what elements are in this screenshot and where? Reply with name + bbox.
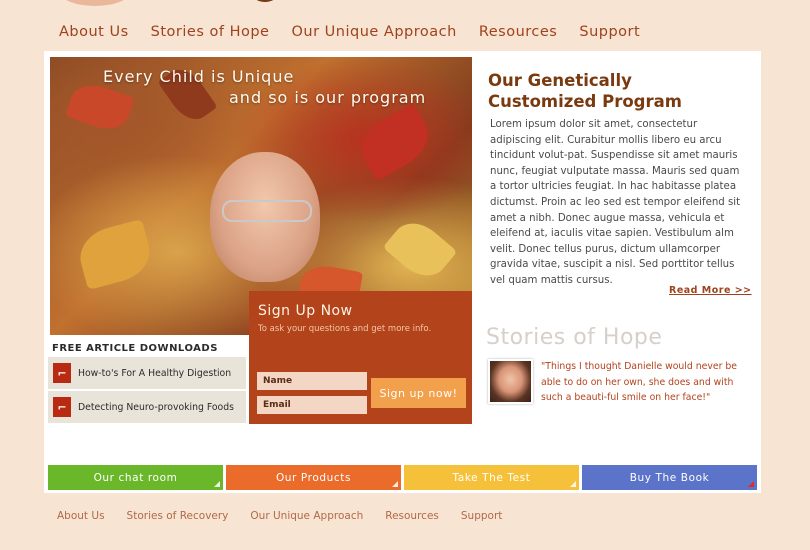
footer-stories-of-recovery[interactable]: Stories of Recovery bbox=[127, 510, 229, 522]
read-more-link[interactable]: Read More >> bbox=[669, 285, 752, 296]
footer-nav: About Us Stories of Recovery Our Unique … bbox=[57, 510, 502, 522]
nav-resources[interactable]: Resources bbox=[479, 24, 558, 46]
stories-title: Stories of Hope bbox=[486, 325, 663, 350]
glasses-detail bbox=[222, 200, 312, 222]
program-description: Lorem ipsum dolor sit amet, consectetur … bbox=[490, 119, 741, 286]
pdf-icon: ⌐ bbox=[53, 363, 71, 383]
footer-resources[interactable]: Resources bbox=[385, 510, 439, 522]
download-item[interactable]: ⌐ Detecting Neuro-provoking Foods bbox=[48, 391, 246, 423]
products-button[interactable]: Our Products bbox=[226, 465, 401, 490]
signup-box: Sign Up Now To ask your questions and ge… bbox=[249, 291, 472, 424]
program-title-line2: Customized Program bbox=[488, 92, 682, 111]
email-field[interactable] bbox=[257, 396, 367, 414]
name-field[interactable] bbox=[257, 372, 367, 390]
tile-label: Take The Test bbox=[452, 471, 531, 484]
program-title-line1: Our Genetically bbox=[488, 71, 632, 90]
leaf-decoration bbox=[64, 77, 136, 137]
leaf-decoration bbox=[382, 212, 458, 287]
signup-button[interactable]: Sign up now! bbox=[371, 378, 466, 408]
download-item[interactable]: ⌐ How-to's For A Healthy Digestion bbox=[48, 357, 246, 389]
take-test-button[interactable]: Take The Test bbox=[404, 465, 579, 490]
footer-unique-approach[interactable]: Our Unique Approach bbox=[250, 510, 363, 522]
tile-label: Our chat room bbox=[93, 471, 178, 484]
signup-title: Sign Up Now bbox=[258, 303, 353, 319]
nav-about-us[interactable]: About Us bbox=[59, 24, 129, 46]
corner-arrow-icon bbox=[214, 481, 220, 487]
pdf-icon: ⌐ bbox=[53, 397, 71, 417]
leaf-decoration bbox=[352, 102, 438, 182]
downloads-title: FREE ARTICLE DOWNLOADS bbox=[52, 343, 218, 354]
corner-arrow-icon bbox=[748, 481, 754, 487]
hero-subheadline: and so is our program bbox=[229, 88, 427, 107]
logo-mark bbox=[250, 0, 280, 2]
nav-unique-approach[interactable]: Our Unique Approach bbox=[291, 24, 456, 46]
logo bbox=[60, 0, 130, 6]
footer-support[interactable]: Support bbox=[461, 510, 503, 522]
hero-headline: Every Child is Unique bbox=[103, 67, 295, 86]
corner-arrow-icon bbox=[570, 481, 576, 487]
download-label: Detecting Neuro-provoking Foods bbox=[78, 401, 234, 413]
testimonial-quote: "Things I thought Danielle would never b… bbox=[541, 361, 737, 403]
nav-support[interactable]: Support bbox=[579, 24, 640, 46]
corner-arrow-icon bbox=[392, 481, 398, 487]
nav-stories-of-hope[interactable]: Stories of Hope bbox=[151, 24, 270, 46]
download-label: How-to's For A Healthy Digestion bbox=[78, 367, 232, 379]
signup-subtitle: To ask your questions and get more info. bbox=[258, 324, 432, 334]
avatar bbox=[488, 359, 533, 404]
footer-about-us[interactable]: About Us bbox=[57, 510, 105, 522]
buy-book-button[interactable]: Buy The Book bbox=[582, 465, 757, 490]
tile-label: Our Products bbox=[275, 471, 352, 484]
top-nav: About Us Stories of Hope Our Unique Appr… bbox=[59, 24, 640, 46]
tile-label: Buy The Book bbox=[629, 471, 710, 484]
leaf-decoration bbox=[74, 218, 156, 291]
chat-room-button[interactable]: Our chat room bbox=[48, 465, 223, 490]
program-title: Our Genetically Customized Program bbox=[488, 70, 718, 112]
